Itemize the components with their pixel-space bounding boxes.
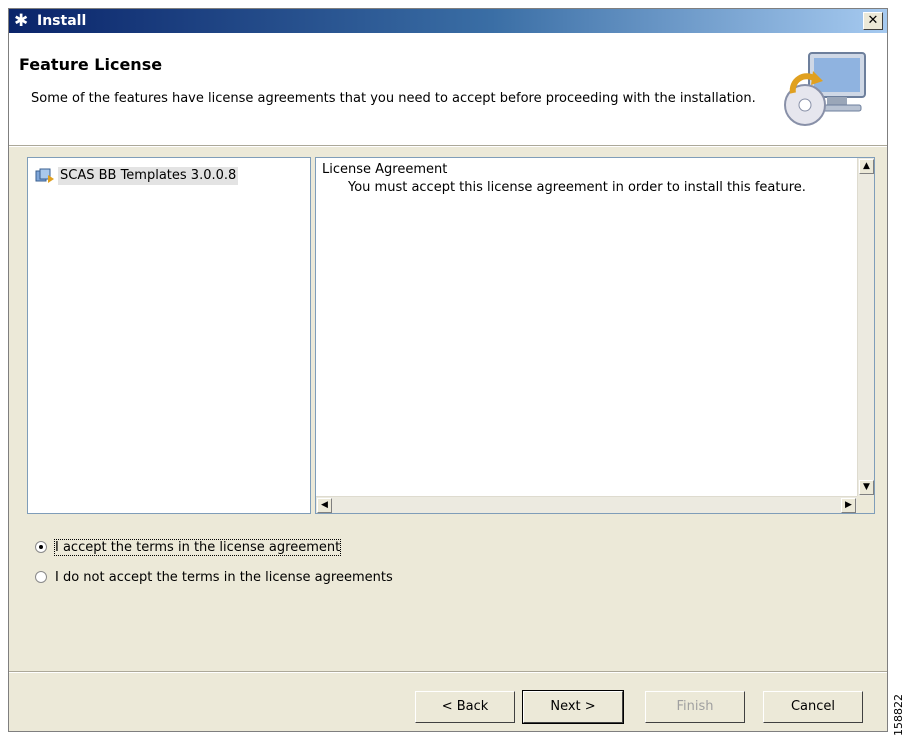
app-icon: ✱ <box>14 11 29 31</box>
feature-label: SCAS BB Templates 3.0.0.8 <box>58 167 239 185</box>
feature-item[interactable]: SCAS BB Templates 3.0.0.8 <box>34 166 239 186</box>
finish-button: Finish <box>645 691 745 723</box>
vertical-scrollbar[interactable]: ▲ ▼ <box>857 158 874 496</box>
header-divider <box>9 145 887 147</box>
scroll-up-button[interactable]: ▲ <box>859 159 874 174</box>
cancel-button[interactable]: Cancel <box>763 691 863 723</box>
install-monitor-icon <box>784 52 866 126</box>
license-body: You must accept this license agreement i… <box>348 180 806 195</box>
page-title: Feature License <box>19 55 163 74</box>
next-button[interactable]: Next > <box>522 690 624 724</box>
license-heading: License Agreement <box>322 162 448 177</box>
window-title: Install <box>37 13 87 29</box>
arrow-up-icon: ▲ <box>863 161 870 171</box>
scroll-down-button[interactable]: ▼ <box>859 480 874 495</box>
footer-divider <box>9 671 887 673</box>
decline-radio[interactable] <box>35 571 47 583</box>
title-bar[interactable]: ✱ Install ✕ <box>9 9 887 33</box>
accept-radio[interactable] <box>35 541 47 553</box>
back-button[interactable]: < Back <box>415 691 515 723</box>
arrow-right-icon: ▶ <box>845 500 852 510</box>
close-icon: ✕ <box>867 13 879 28</box>
arrow-down-icon: ▼ <box>863 482 870 492</box>
close-button[interactable]: ✕ <box>863 12 883 30</box>
decline-label[interactable]: I do not accept the terms in the license… <box>55 570 393 585</box>
scroll-left-button[interactable]: ◀ <box>317 498 332 513</box>
arrow-left-icon: ◀ <box>321 500 328 510</box>
feature-list[interactable]: SCAS BB Templates 3.0.0.8 <box>27 157 311 514</box>
feature-package-icon <box>35 168 54 183</box>
scroll-right-button[interactable]: ▶ <box>841 498 856 513</box>
decline-option[interactable]: I do not accept the terms in the license… <box>35 567 393 587</box>
wizard-header: Feature License Some of the features hav… <box>9 33 887 145</box>
install-dialog: ✱ Install ✕ Feature License Some of the … <box>8 8 888 732</box>
accept-label[interactable]: I accept the terms in the license agreem… <box>53 538 342 556</box>
scroll-corner <box>857 496 874 513</box>
horizontal-scrollbar[interactable]: ◀ ▶ <box>316 496 857 513</box>
license-text-area[interactable]: License Agreement You must accept this l… <box>315 157 875 514</box>
page-description: Some of the features have license agreem… <box>31 91 756 106</box>
figure-code: 158822 <box>892 694 905 736</box>
accept-option[interactable]: I accept the terms in the license agreem… <box>35 537 342 557</box>
